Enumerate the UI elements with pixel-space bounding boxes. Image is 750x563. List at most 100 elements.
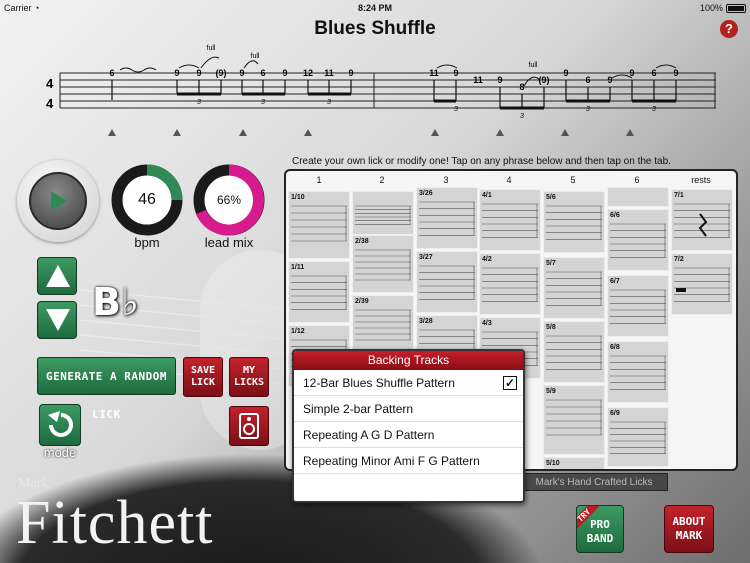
my-licks-button[interactable]: MY LICKS	[229, 357, 269, 397]
tempo-value: 46	[138, 191, 156, 208]
phrase-cell[interactable]: 2/38	[352, 235, 414, 293]
fret-number: 9	[563, 68, 568, 78]
triplet-mark: 3	[454, 106, 458, 113]
backing-tracks-title: Backing Tracks	[294, 351, 523, 370]
triplet-mark: 3	[261, 99, 265, 106]
column-header: 5	[570, 175, 576, 185]
triplet-mark: 3	[520, 113, 524, 120]
fret-number: 11	[429, 68, 439, 78]
arrow-down-icon	[46, 309, 70, 331]
fret-number: 12	[303, 68, 313, 78]
mini-tab-staff	[546, 335, 602, 370]
phrase-cell[interactable]: 2/39	[352, 295, 414, 353]
column-header: rests	[691, 175, 711, 185]
phrase-cell[interactable]: 1/11	[288, 261, 350, 323]
fret-number: 9	[607, 75, 612, 85]
column-header: 6	[634, 175, 640, 185]
play-button[interactable]	[17, 160, 99, 242]
transpose-down-button[interactable]	[37, 301, 77, 339]
mini-tab-staff	[355, 205, 411, 225]
phrase-cell[interactable]: 6/6	[607, 209, 669, 271]
beat-marker-icon	[626, 129, 634, 136]
backing-tracks-button[interactable]	[229, 406, 269, 446]
phrase-cell[interactable]: 5/10	[543, 457, 605, 469]
backing-track-option[interactable]: Repeating A G D Pattern	[294, 422, 523, 448]
refresh-icon	[48, 411, 73, 437]
fret-number: 6	[109, 68, 114, 78]
fret-number: 9	[239, 68, 244, 78]
phrase-cell[interactable]: 4/2	[479, 253, 541, 315]
phrase-cell[interactable]: 4/1	[479, 189, 541, 251]
mode-button[interactable]	[39, 404, 81, 446]
phrase-cell[interactable]: 7/2	[671, 253, 733, 315]
phrase-cell[interactable]: 5/8	[543, 321, 605, 383]
phrase-cell[interactable]: 6/9	[607, 407, 669, 467]
about-mark-button[interactable]: ABOUT MARK	[664, 505, 714, 553]
triplet-mark: 3	[327, 99, 331, 106]
phrase-cell[interactable]: 5/7	[543, 257, 605, 319]
phrase-cell[interactable]: 6/8	[607, 341, 669, 403]
column-header: 1	[316, 175, 322, 185]
mini-tab-staff	[610, 355, 666, 390]
help-button[interactable]: ?	[720, 20, 738, 38]
mini-tab-staff	[482, 203, 538, 238]
status-bar: Carrier ︎◔ 8:24 PM 100%	[0, 0, 750, 16]
beat-marker-icon	[239, 129, 247, 136]
bend-label: full	[207, 45, 216, 52]
tempo-knob[interactable]: 46	[111, 164, 183, 236]
fret-number: 6	[651, 68, 656, 78]
try-pro-band-button[interactable]: TRY PRO BAND	[576, 505, 624, 553]
phrase-cell[interactable]: 5/9	[543, 385, 605, 455]
bend-label: full	[251, 53, 260, 60]
column-header: 2	[379, 175, 385, 185]
fret-number: 9	[453, 68, 458, 78]
hand-crafted-licks-button[interactable]: Mark's Hand Crafted Licks	[520, 473, 668, 491]
beat-marker-icon	[561, 129, 569, 136]
bend-label: full	[529, 62, 538, 69]
phrase-cell[interactable]: 7/1	[671, 189, 733, 251]
phrase-cell[interactable]	[607, 187, 669, 207]
backing-track-option[interactable]: Repeating Minor Ami F G Pattern	[294, 448, 523, 474]
fret-number: 9	[348, 68, 353, 78]
tempo-label: bpm	[134, 235, 160, 250]
backing-track-option[interactable]: 12-Bar Blues Shuffle Pattern ✓	[294, 370, 523, 396]
battery-icon	[726, 3, 746, 13]
mini-tab-staff	[610, 289, 666, 324]
mini-tab-staff	[610, 223, 666, 258]
time-sig-bottom: 4	[46, 96, 54, 111]
generate-random-lick-button[interactable]: GENERATE A RANDOM LICK	[37, 357, 176, 421]
phrase-cell[interactable]: 5/6	[543, 191, 605, 253]
transpose-up-button[interactable]	[37, 257, 77, 295]
fret-number: 6	[260, 68, 265, 78]
lead-mix-knob[interactable]: 66%	[193, 164, 265, 236]
clock: 8:24 PM	[357, 3, 392, 13]
beat-marker-icon	[496, 129, 504, 136]
fret-number: 9	[174, 68, 179, 78]
phrase-cell[interactable]: 3/26	[416, 187, 478, 249]
triplet-mark: 3	[652, 106, 656, 113]
checkbox-checked-icon[interactable]: ✓	[503, 376, 517, 390]
save-lick-button[interactable]: SAVE LICK	[183, 357, 223, 397]
fret-number: 9	[673, 68, 678, 78]
fret-number: 9	[196, 68, 201, 78]
arrow-up-icon	[46, 265, 70, 287]
phrase-cell[interactable]: 6/7	[607, 275, 669, 337]
fret-number: 8	[519, 82, 524, 92]
quarter-rest-icon	[698, 213, 708, 237]
tab-notation[interactable]: 4 4 6 9 9 (9) 9 6 9 12 11 9 11 9 11 9 8 …	[36, 42, 716, 142]
key-signature: B♭	[92, 280, 139, 324]
lick-title: Blues Shuffle	[314, 18, 436, 39]
instruction-text: Create your own lick or modify one! Tap …	[292, 156, 671, 167]
backing-track-option[interactable]: Simple 2-bar Pattern	[294, 396, 523, 422]
beat-marker-icon	[108, 129, 116, 136]
phrase-cell[interactable]: 1/10	[288, 191, 350, 259]
play-icon	[51, 191, 67, 211]
mini-tab-staff	[419, 201, 475, 236]
column-header: 3	[443, 175, 449, 185]
phrase-cell[interactable]	[352, 191, 414, 235]
phrase-cell[interactable]: 3/27	[416, 251, 478, 313]
beat-marker-icon	[173, 129, 181, 136]
lead-mix-value: 66%	[216, 193, 242, 207]
battery-status: 100%	[700, 3, 746, 13]
lead-mix-label: lead mix	[204, 235, 254, 250]
